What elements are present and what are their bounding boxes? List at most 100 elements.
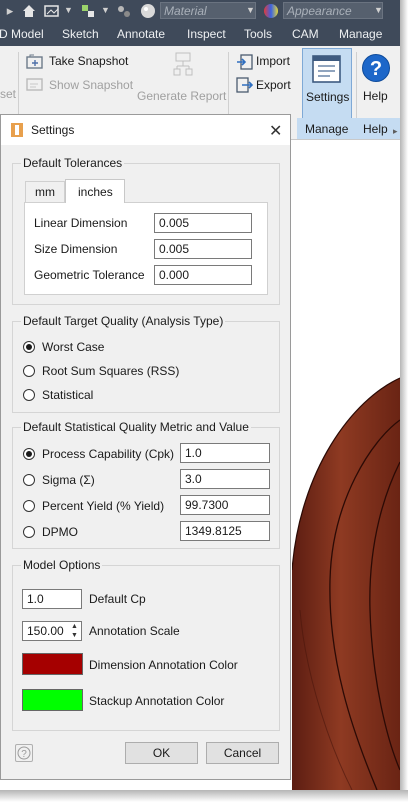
- export-label: Export: [256, 78, 291, 92]
- window-shadow-bottom: [0, 790, 408, 802]
- model-options-group-label: Model Options: [21, 558, 103, 572]
- spin-up-icon[interactable]: ▲: [68, 622, 81, 631]
- chevron-down-icon[interactable]: ▼: [374, 5, 383, 15]
- dialog-title-bar[interactable]: Settings ✕: [1, 115, 290, 145]
- settings-button[interactable]: Settings: [302, 48, 352, 120]
- help-icon: ?: [362, 54, 390, 82]
- radio-icon: [23, 389, 35, 401]
- sigma-radio[interactable]: Sigma (Σ): [23, 472, 173, 488]
- size-dimension-field[interactable]: 0.005: [154, 239, 252, 259]
- worst-case-radio[interactable]: Worst Case: [23, 339, 223, 355]
- percent-yield-label: Percent Yield (% Yield): [42, 499, 165, 513]
- model-viewport[interactable]: [292, 140, 400, 790]
- dimension-color-swatch[interactable]: [22, 653, 83, 675]
- home-icon[interactable]: [21, 3, 37, 19]
- settings-label: Settings: [306, 90, 350, 104]
- tab-mm-label: mm: [35, 185, 55, 199]
- component-icon[interactable]: [116, 3, 132, 19]
- window-shadow-right: [400, 0, 408, 802]
- radio-icon: [23, 500, 35, 512]
- default-cp-label: Default Cp: [89, 592, 146, 606]
- qat-overflow-icon[interactable]: ▸: [2, 3, 18, 19]
- dimension-color-label: Dimension Annotation Color: [89, 658, 238, 672]
- export-icon: [236, 77, 254, 93]
- appearance-select[interactable]: Appearance: [283, 2, 383, 19]
- rss-radio[interactable]: Root Sum Squares (RSS): [23, 363, 223, 379]
- statistical-metric-group-label: Default Statistical Quality Metric and V…: [21, 420, 251, 434]
- annotation-scale-label: Annotation Scale: [89, 624, 180, 638]
- radio-icon: [23, 526, 35, 538]
- linear-dimension-field[interactable]: 0.005: [154, 213, 252, 233]
- linear-dimension-label: Linear Dimension: [34, 216, 128, 230]
- default-cp-field[interactable]: 1.0: [22, 589, 82, 609]
- material-select[interactable]: Material: [160, 2, 256, 19]
- annotation-scale-spinner[interactable]: 150.00 ▲ ▼: [22, 621, 82, 641]
- radio-icon: [23, 474, 35, 486]
- worst-case-label: Worst Case: [42, 340, 105, 354]
- import-icon: [237, 54, 253, 70]
- sigma-field[interactable]: 3.0: [180, 469, 270, 489]
- tab-inches[interactable]: inches: [65, 179, 125, 203]
- tab-manage[interactable]: Manage: [339, 27, 382, 41]
- chevron-down-icon[interactable]: ▼: [64, 5, 73, 15]
- statistical-label: Statistical: [42, 388, 94, 402]
- settings-icon: [312, 55, 341, 83]
- process-capability-radio[interactable]: Process Capability (Cpk): [23, 446, 174, 462]
- reset-label: set: [0, 87, 17, 101]
- show-snapshot-label: Show Snapshot: [49, 78, 134, 92]
- rss-label: Root Sum Squares (RSS): [42, 364, 180, 378]
- dialog-help-button[interactable]: ?: [15, 744, 33, 762]
- tolerances-group-label: Default Tolerances: [21, 156, 125, 170]
- chevron-down-icon[interactable]: ▼: [101, 5, 110, 15]
- tab-mm[interactable]: mm: [25, 181, 65, 202]
- help-button[interactable]: ? Help: [360, 50, 394, 118]
- generate-report-label: Generate Report: [137, 89, 227, 103]
- dpmo-radio[interactable]: DPMO: [23, 524, 173, 540]
- ribbon-divider: [228, 52, 229, 122]
- ribbon-expand-icon[interactable]: ▸: [393, 126, 398, 137]
- appearance-icon: [263, 3, 279, 19]
- view-icon[interactable]: [44, 3, 60, 19]
- tab-inches-label: inches: [78, 185, 113, 199]
- ribbon-divider: [356, 52, 357, 122]
- chevron-down-icon[interactable]: ▼: [246, 5, 255, 15]
- panel-help-label: Help: [363, 122, 388, 136]
- tab-sketch[interactable]: Sketch: [62, 27, 99, 41]
- svg-text:?: ?: [21, 749, 27, 760]
- dialog-title: Settings: [31, 123, 75, 137]
- radio-selected-icon: [23, 448, 35, 460]
- report-icon: [173, 52, 193, 76]
- statistical-radio[interactable]: Statistical: [23, 387, 223, 403]
- take-snapshot-label: Take Snapshot: [49, 54, 129, 68]
- ribbon-tab-bar: D Model Sketch Annotate Inspect Tools CA…: [0, 22, 400, 46]
- tab-panel-inches: Linear Dimension 0.005 Size Dimension 0.…: [24, 202, 268, 295]
- geometric-tolerance-field[interactable]: 0.000: [154, 265, 252, 285]
- target-quality-group-label: Default Target Quality (Analysis Type): [21, 314, 226, 328]
- spin-down-icon[interactable]: ▼: [68, 631, 81, 640]
- svg-text:?: ?: [370, 58, 382, 80]
- quick-access-toolbar: ▸ ▼ ▼ Material ▼ Appearance ▼: [0, 0, 400, 22]
- show-snapshot-icon: [26, 78, 43, 91]
- percent-yield-field[interactable]: 99.7300: [180, 495, 270, 515]
- stackup-color-swatch[interactable]: [22, 689, 83, 711]
- help-icon: ?: [17, 746, 31, 760]
- panel-manage-label: Manage: [305, 122, 349, 136]
- inventor-app-icon: [11, 123, 23, 137]
- tab-tools[interactable]: Tools: [244, 27, 272, 41]
- cancel-button[interactable]: Cancel: [206, 742, 279, 764]
- tab-inspect[interactable]: Inspect: [187, 27, 226, 41]
- measure-icon[interactable]: [80, 3, 96, 19]
- dpmo-field[interactable]: 1349.8125: [180, 521, 270, 541]
- ok-button[interactable]: OK: [125, 742, 198, 764]
- import-label: Import: [256, 54, 291, 68]
- tab-annotate[interactable]: Annotate: [117, 27, 165, 41]
- tab-cam[interactable]: CAM: [292, 27, 319, 41]
- annotation-scale-value: 150.00: [27, 624, 64, 638]
- process-capability-field[interactable]: 1.0: [180, 443, 270, 463]
- radio-icon: [23, 365, 35, 377]
- radio-selected-icon: [23, 341, 35, 353]
- close-icon[interactable]: ✕: [269, 121, 282, 141]
- percent-yield-radio[interactable]: Percent Yield (% Yield): [23, 498, 173, 514]
- snapshot-icon: [26, 54, 43, 69]
- tab-3d-model[interactable]: D Model: [0, 27, 44, 41]
